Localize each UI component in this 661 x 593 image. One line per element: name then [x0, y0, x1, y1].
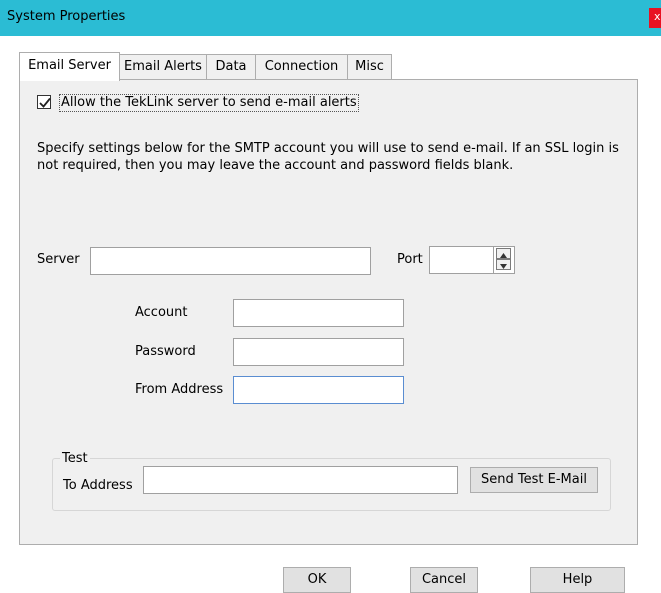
- arrow-down-icon: [500, 264, 507, 269]
- allow-alerts-label[interactable]: Allow the TekLink server to send e-mail …: [59, 94, 359, 112]
- port-spinner[interactable]: [493, 247, 513, 273]
- port-label: Port: [397, 252, 423, 267]
- spin-up-button[interactable]: [496, 248, 511, 259]
- from-address-label: From Address: [135, 382, 224, 397]
- test-group-title: Test: [60, 451, 90, 466]
- account-label: Account: [135, 305, 188, 320]
- to-address-label: To Address: [63, 478, 133, 493]
- checkmark-icon: [39, 97, 51, 108]
- password-label: Password: [135, 344, 196, 359]
- allow-alerts-checkbox[interactable]: [37, 95, 51, 109]
- server-label: Server: [37, 252, 80, 267]
- send-test-email-button[interactable]: Send Test E-Mail: [470, 467, 598, 493]
- account-input[interactable]: [233, 299, 404, 327]
- from-address-input[interactable]: [233, 376, 404, 404]
- server-input[interactable]: [90, 247, 371, 275]
- password-input[interactable]: [233, 338, 404, 366]
- spin-down-button[interactable]: [496, 259, 511, 270]
- to-address-input[interactable]: [143, 466, 458, 494]
- smtp-description: Specify settings below for the SMTP acco…: [37, 141, 619, 173]
